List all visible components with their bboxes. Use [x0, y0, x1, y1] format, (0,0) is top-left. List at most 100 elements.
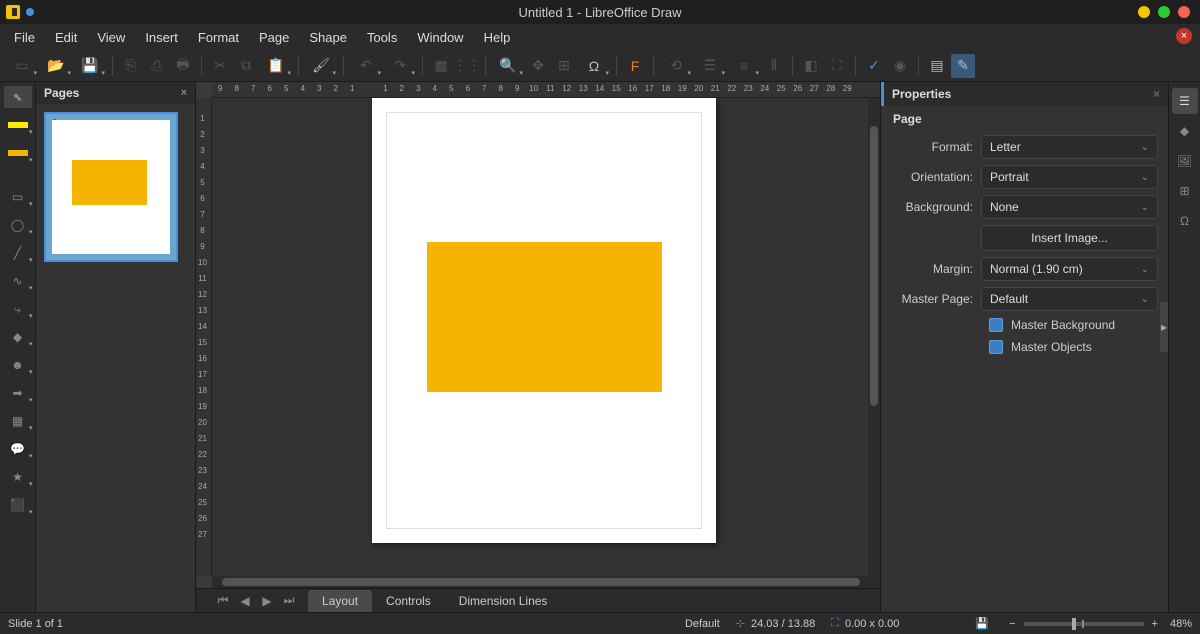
status-save-icon[interactable]: 💾: [975, 617, 989, 630]
background-select[interactable]: None⌄: [981, 195, 1158, 219]
nav-last-icon[interactable]: ⏭: [279, 591, 299, 611]
nav-prev-icon[interactable]: ◀: [235, 591, 255, 611]
canvas-viewport[interactable]: [212, 98, 880, 576]
3d-tool[interactable]: ⬛▾: [4, 494, 32, 516]
transformations-button[interactable]: ⟲▾: [660, 54, 692, 78]
stars-tool[interactable]: ★▾: [4, 466, 32, 488]
menu-insert[interactable]: Insert: [135, 26, 188, 49]
pages-panel-title: Pages: [44, 86, 79, 100]
master-background-checkbox[interactable]: [989, 318, 1003, 332]
tab-layout[interactable]: Layout: [308, 590, 372, 612]
menu-file[interactable]: File: [4, 26, 45, 49]
callout-tool[interactable]: 💬▾: [4, 438, 32, 460]
close-button[interactable]: [1178, 6, 1190, 18]
insert-page-button[interactable]: ▤: [925, 54, 949, 78]
save-button[interactable]: 💾▾: [74, 54, 106, 78]
extrusion-button[interactable]: ✓: [862, 54, 886, 78]
status-layer[interactable]: Default: [669, 618, 736, 630]
undo-button[interactable]: ↶▾: [350, 54, 382, 78]
zoom-button[interactable]: 🔍▾: [492, 54, 524, 78]
pan-button[interactable]: ✥: [526, 54, 550, 78]
distribute-button[interactable]: ⫴: [762, 54, 786, 78]
format-select[interactable]: Letter⌄: [981, 135, 1158, 159]
horizontal-ruler[interactable]: 9876543211234567891011121314151617181920…: [212, 82, 880, 98]
orientation-select[interactable]: Portrait⌄: [981, 165, 1158, 189]
export-pdf-button[interactable]: ⎘: [119, 54, 143, 78]
page-thumbnail-1[interactable]: 1: [44, 112, 178, 262]
horizontal-scrollbar[interactable]: [212, 576, 880, 588]
align-button[interactable]: ☰▾: [694, 54, 726, 78]
master-objects-checkbox[interactable]: [989, 340, 1003, 354]
menu-window[interactable]: Window: [407, 26, 473, 49]
redo-button[interactable]: ↷▾: [384, 54, 416, 78]
clone-formatting-button[interactable]: 🖌▾: [305, 54, 337, 78]
special-char-button[interactable]: Ω▾: [578, 54, 610, 78]
page-section-title: Page: [881, 106, 1168, 132]
flowchart-tool[interactable]: ▦▾: [4, 410, 32, 432]
shadow-button[interactable]: ◧: [799, 54, 823, 78]
sidebar-tab-shapes[interactable]: ◆: [1172, 118, 1198, 144]
menu-tools[interactable]: Tools: [357, 26, 407, 49]
status-size: 0.00 x 0.00: [845, 618, 915, 630]
vertical-scrollbar[interactable]: [868, 98, 880, 576]
cut-button[interactable]: ✂: [208, 54, 232, 78]
nav-next-icon[interactable]: ▶: [257, 591, 277, 611]
grid-button[interactable]: ▦: [429, 54, 453, 78]
master-page-select[interactable]: Default⌄: [981, 287, 1158, 311]
insert-image-button[interactable]: Insert Image...: [981, 225, 1158, 251]
vertical-ruler[interactable]: 1234567891011121314151617181920212223242…: [196, 98, 212, 576]
basic-shapes-tool[interactable]: ◆▾: [4, 326, 32, 348]
new-button[interactable]: ▭▾: [6, 54, 38, 78]
menu-shape[interactable]: Shape: [299, 26, 357, 49]
properties-close-icon[interactable]: ×: [1153, 87, 1160, 101]
tab-dimension-lines[interactable]: Dimension Lines: [445, 590, 562, 612]
zoom-out-button[interactable]: −: [1009, 618, 1015, 630]
print-directly-button[interactable]: ⎙: [145, 54, 169, 78]
sidebar-tab-styles[interactable]: Ω: [1172, 208, 1198, 234]
rectangle-tool[interactable]: ▭▾: [4, 186, 32, 208]
ellipse-tool[interactable]: ◯▾: [4, 214, 32, 236]
collapse-right-icon[interactable]: ▸: [1160, 302, 1168, 352]
pages-panel-close-icon[interactable]: ×: [181, 87, 187, 99]
page-canvas[interactable]: [372, 98, 716, 543]
arrow-shapes-tool[interactable]: ➡▾: [4, 382, 32, 404]
curve-tool[interactable]: ∿▾: [4, 270, 32, 292]
maximize-button[interactable]: [1158, 6, 1170, 18]
status-zoom[interactable]: 48%: [1158, 618, 1192, 630]
pointer-tool[interactable]: ⬉: [4, 86, 32, 108]
margin-select[interactable]: Normal (1.90 cm)⌄: [981, 257, 1158, 281]
fill-color[interactable]: ▾: [4, 114, 32, 136]
nav-first-icon[interactable]: ⏮: [213, 591, 233, 611]
rectangle-shape[interactable]: [427, 242, 662, 392]
close-document-button[interactable]: ×: [1176, 28, 1192, 44]
menu-format[interactable]: Format: [188, 26, 249, 49]
format-label: Format:: [891, 140, 981, 154]
crop-button[interactable]: ⛶: [825, 54, 849, 78]
zoom-slider[interactable]: [1024, 622, 1144, 626]
copy-button[interactable]: ⧉: [234, 54, 258, 78]
open-button[interactable]: 📂▾: [40, 54, 72, 78]
menu-view[interactable]: View: [87, 26, 135, 49]
master-objects-label: Master Objects: [1011, 340, 1092, 354]
fontwork-button[interactable]: F: [623, 54, 647, 78]
sidebar-tab-properties[interactable]: ☰: [1172, 88, 1198, 114]
snap-guides-button[interactable]: ⋮⋮: [455, 54, 479, 78]
paste-button[interactable]: 📋▾: [260, 54, 292, 78]
menu-help[interactable]: Help: [474, 26, 521, 49]
sidebar-tab-gallery[interactable]: 🖼: [1172, 148, 1198, 174]
arrange-button[interactable]: ≡▾: [728, 54, 760, 78]
menu-edit[interactable]: Edit: [45, 26, 87, 49]
symbol-shapes-tool[interactable]: ☻▾: [4, 354, 32, 376]
sidebar-tab-navigator[interactable]: ⊞: [1172, 178, 1198, 204]
tab-controls[interactable]: Controls: [372, 590, 445, 612]
edit-button[interactable]: ✎: [951, 54, 975, 78]
line-color[interactable]: ▾: [4, 142, 32, 164]
app-logo-icon: [6, 5, 20, 19]
connector-tool[interactable]: ⤷▾: [4, 298, 32, 320]
insert-table-button[interactable]: ⊞: [552, 54, 576, 78]
minimize-button[interactable]: [1138, 6, 1150, 18]
print-button[interactable]: 🖶: [171, 54, 195, 78]
line-tool[interactable]: ╱▾: [4, 242, 32, 264]
menu-page[interactable]: Page: [249, 26, 299, 49]
3d-button[interactable]: ◉: [888, 54, 912, 78]
